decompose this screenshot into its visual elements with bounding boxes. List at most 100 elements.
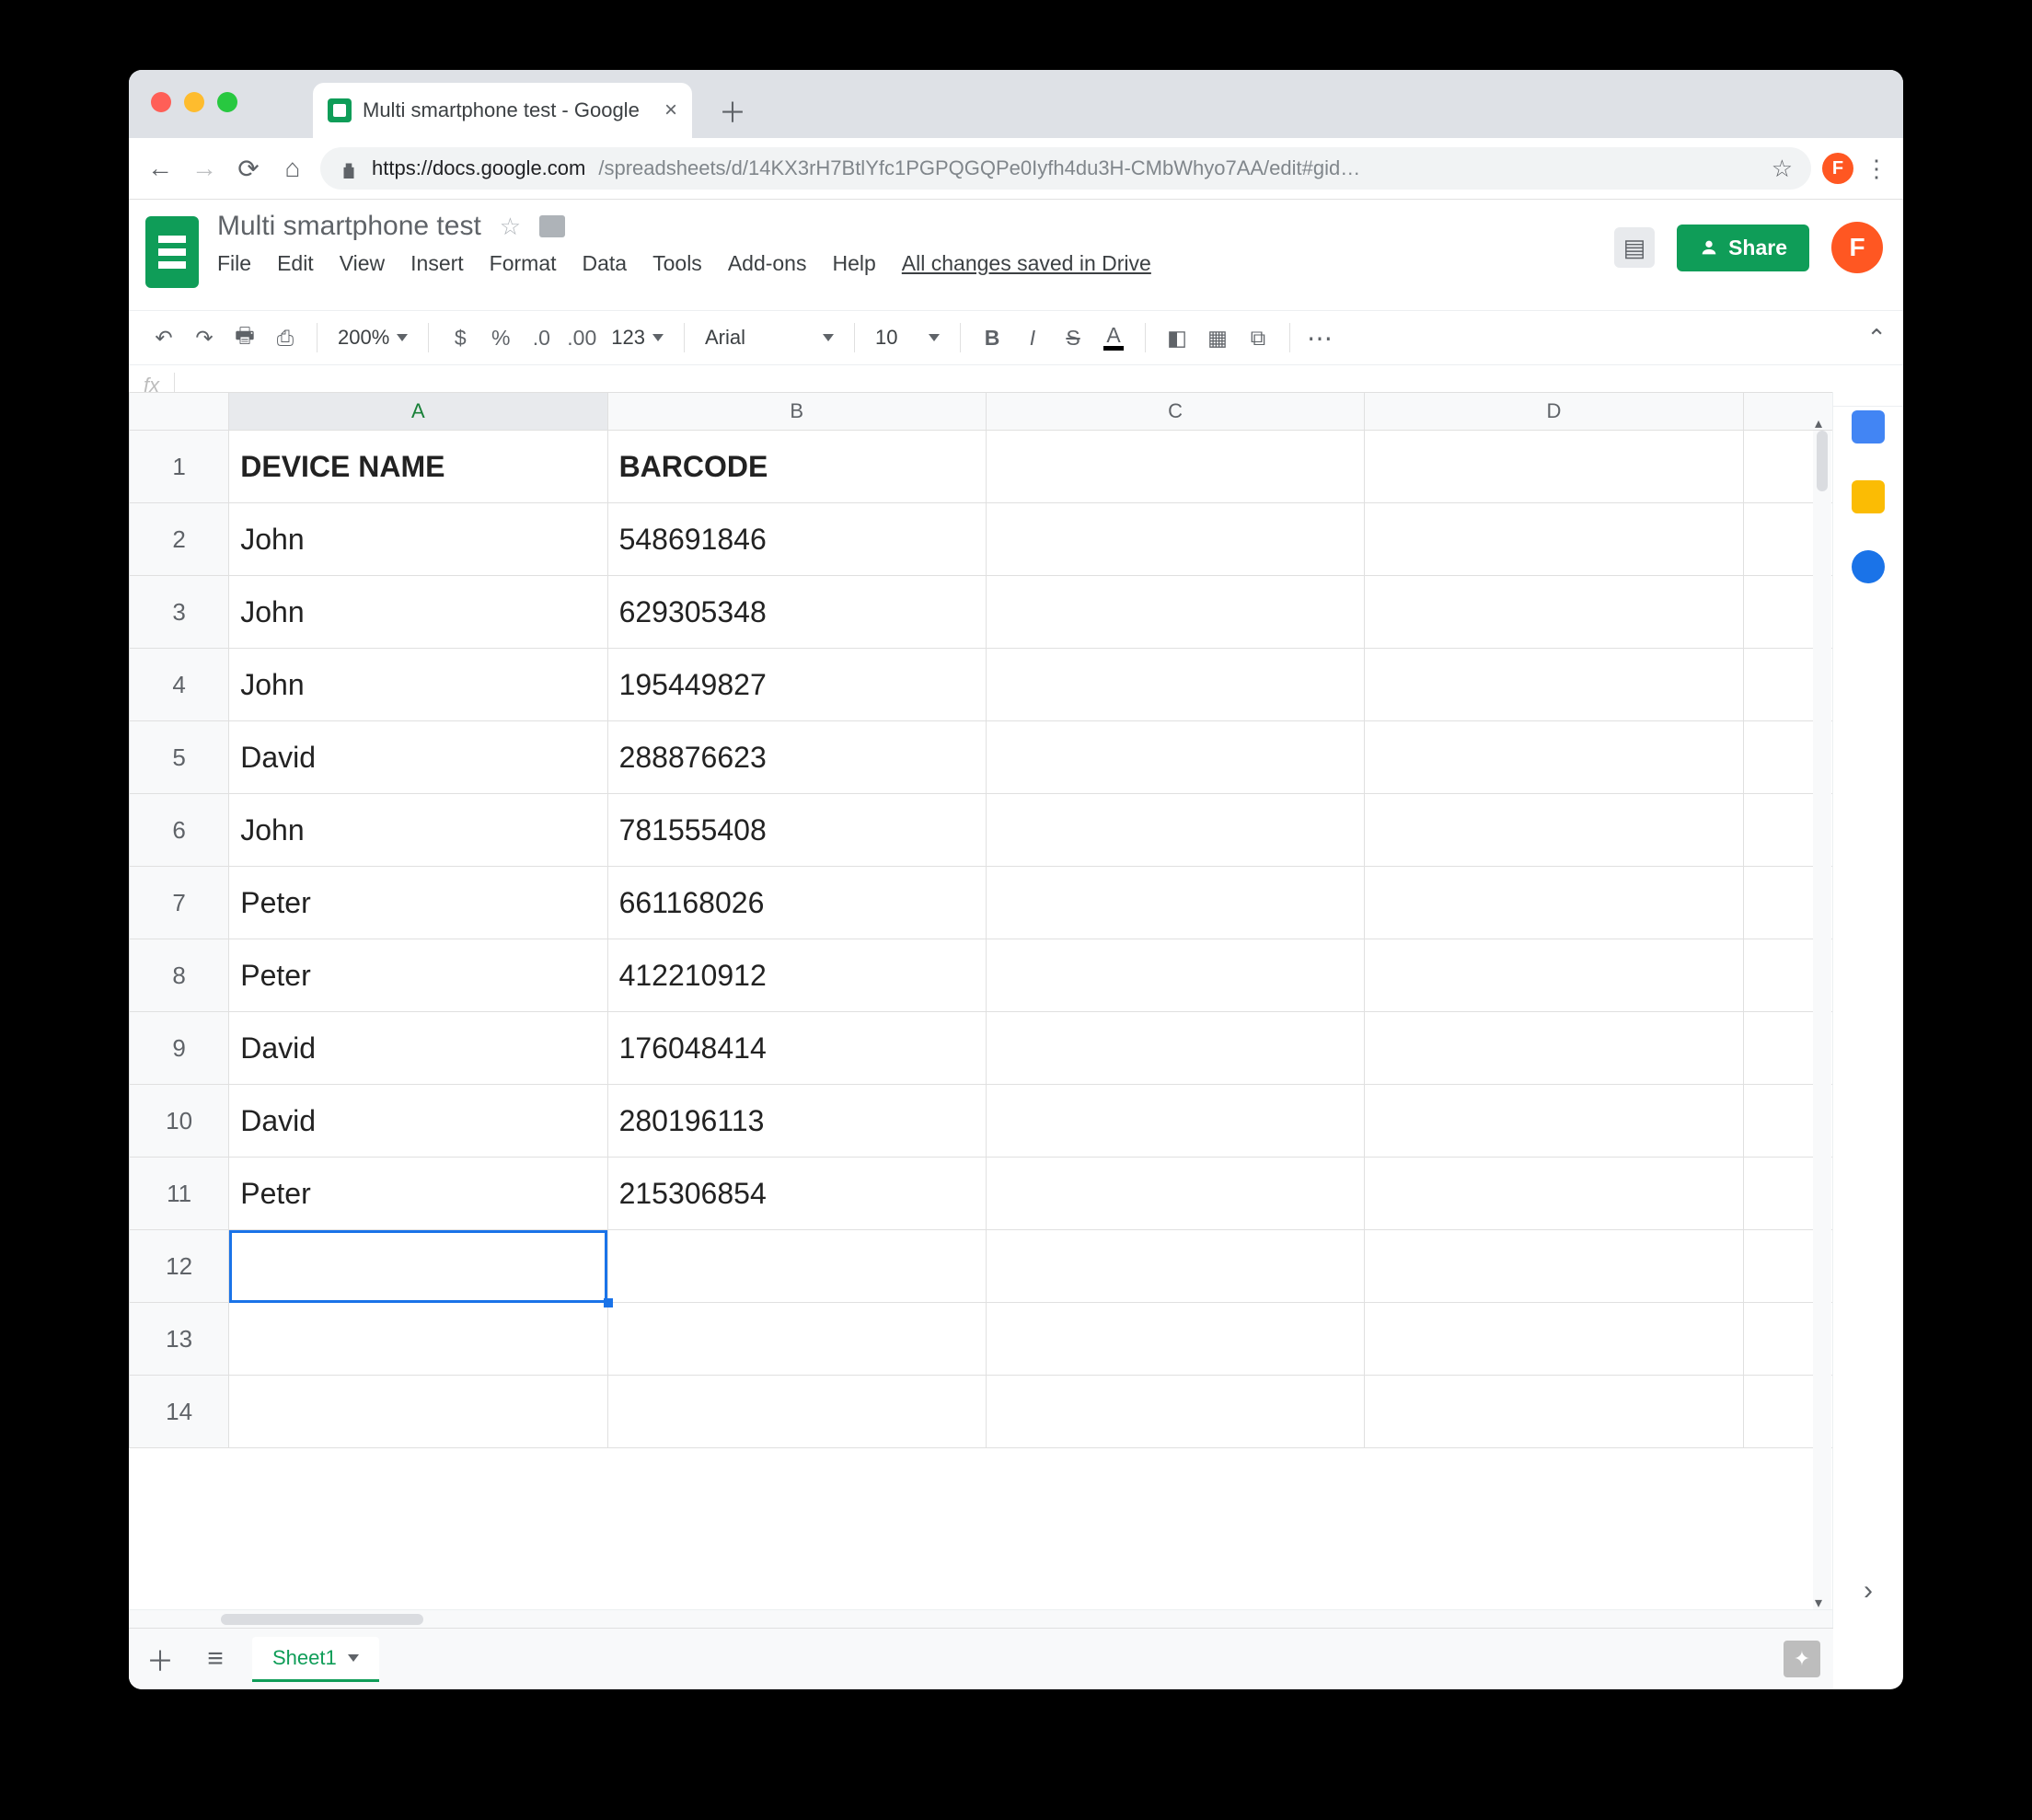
cell[interactable] (1365, 939, 1743, 1012)
cell[interactable]: John (229, 649, 607, 721)
cell[interactable] (986, 1085, 1364, 1158)
explore-button[interactable]: ✦ (1784, 1641, 1820, 1677)
more-toolbar-button[interactable]: ⋯ (1303, 319, 1340, 356)
number-format-dropdown[interactable]: 123 (604, 326, 671, 350)
fill-color-button[interactable]: ◧ (1159, 319, 1195, 356)
borders-button[interactable]: ▦ (1199, 319, 1236, 356)
paint-format-button[interactable]: ⎙ (267, 319, 304, 356)
cell[interactable]: Peter (229, 867, 607, 939)
cell[interactable] (229, 1303, 607, 1376)
decrease-decimal-button[interactable]: .0 (523, 319, 560, 356)
cell[interactable]: David (229, 1012, 607, 1085)
undo-button[interactable]: ↶ (145, 319, 182, 356)
cell[interactable] (1365, 1303, 1743, 1376)
menu-view[interactable]: View (340, 251, 385, 276)
cell[interactable]: 195449827 (607, 649, 986, 721)
cell[interactable] (986, 721, 1364, 794)
minimize-window-button[interactable] (184, 92, 204, 112)
column-header-A[interactable]: A (229, 393, 607, 431)
cell[interactable]: 280196113 (607, 1085, 986, 1158)
browser-menu-button[interactable]: ⋮ (1865, 155, 1888, 183)
cell[interactable] (1365, 431, 1743, 503)
row-header[interactable]: 8 (130, 939, 229, 1012)
tasks-icon[interactable] (1852, 550, 1885, 583)
profile-avatar[interactable]: F (1822, 153, 1853, 184)
comments-button[interactable]: ▤ (1614, 227, 1655, 268)
cell[interactable] (986, 576, 1364, 649)
address-bar[interactable]: https://docs.google.com/spreadsheets/d/1… (320, 147, 1811, 190)
percent-button[interactable]: % (482, 319, 519, 356)
column-header-C[interactable]: C (986, 393, 1364, 431)
cell[interactable] (986, 1376, 1364, 1448)
calendar-icon[interactable] (1852, 410, 1885, 443)
cell[interactable] (986, 1012, 1364, 1085)
column-header-D[interactable]: D (1365, 393, 1743, 431)
menu-edit[interactable]: Edit (277, 251, 314, 276)
row-header[interactable]: 7 (130, 867, 229, 939)
close-tab-button[interactable]: × (664, 98, 677, 123)
cell[interactable] (607, 1303, 986, 1376)
cell[interactable] (986, 794, 1364, 867)
cell[interactable] (1365, 1376, 1743, 1448)
new-tab-button[interactable]: ＋ (714, 92, 751, 129)
cell[interactable]: 288876623 (607, 721, 986, 794)
row-header[interactable]: 1 (130, 431, 229, 503)
cell[interactable]: 629305348 (607, 576, 986, 649)
vertical-scrollbar[interactable]: ▴▾ (1813, 431, 1831, 1610)
keep-icon[interactable] (1852, 480, 1885, 513)
cell[interactable] (1365, 1230, 1743, 1303)
cell[interactable]: Peter (229, 1158, 607, 1230)
row-header[interactable]: 6 (130, 794, 229, 867)
cell[interactable] (229, 1376, 607, 1448)
cell[interactable]: Peter (229, 939, 607, 1012)
cell[interactable]: David (229, 1085, 607, 1158)
save-status[interactable]: All changes saved in Drive (902, 251, 1151, 276)
maximize-window-button[interactable] (217, 92, 237, 112)
row-header[interactable]: 5 (130, 721, 229, 794)
share-button[interactable]: Share (1677, 225, 1809, 271)
side-panel-toggle[interactable]: › (1864, 1575, 1873, 1607)
italic-button[interactable]: I (1014, 319, 1051, 356)
currency-button[interactable]: $ (442, 319, 479, 356)
cell[interactable]: DEVICE NAME (229, 431, 607, 503)
cell[interactable]: John (229, 576, 607, 649)
cell[interactable]: 661168026 (607, 867, 986, 939)
increase-decimal-button[interactable]: .00 (563, 319, 600, 356)
cell[interactable]: 548691846 (607, 503, 986, 576)
menu-format[interactable]: Format (490, 251, 557, 276)
cell[interactable]: 176048414 (607, 1012, 986, 1085)
merge-cells-button[interactable]: ⧉ (1240, 319, 1276, 356)
menu-file[interactable]: File (217, 251, 251, 276)
row-header[interactable]: 13 (130, 1303, 229, 1376)
row-header[interactable]: 10 (130, 1085, 229, 1158)
reload-button[interactable]: ⟳ (232, 152, 265, 185)
row-header[interactable]: 4 (130, 649, 229, 721)
print-button[interactable]: 🖶 (226, 319, 263, 356)
font-size-dropdown[interactable]: 10 (868, 326, 947, 350)
browser-tab[interactable]: Multi smartphone test - Google × (313, 83, 692, 138)
cell[interactable] (229, 1230, 607, 1303)
cell[interactable]: 215306854 (607, 1158, 986, 1230)
row-header[interactable]: 11 (130, 1158, 229, 1230)
redo-button[interactable]: ↷ (186, 319, 223, 356)
text-color-button[interactable]: A (1095, 319, 1132, 356)
row-header[interactable]: 14 (130, 1376, 229, 1448)
cell[interactable] (986, 939, 1364, 1012)
cell[interactable]: John (229, 794, 607, 867)
row-header[interactable]: 9 (130, 1012, 229, 1085)
strikethrough-button[interactable]: S (1055, 319, 1091, 356)
menu-insert[interactable]: Insert (410, 251, 464, 276)
bold-button[interactable]: B (974, 319, 1010, 356)
column-header-B[interactable]: B (607, 393, 986, 431)
cell[interactable] (1365, 576, 1743, 649)
sheet-tab[interactable]: Sheet1 (252, 1637, 379, 1682)
font-dropdown[interactable]: Arial (698, 326, 841, 350)
cell[interactable] (986, 649, 1364, 721)
all-sheets-button[interactable]: ≡ (197, 1641, 234, 1677)
menu-addons[interactable]: Add-ons (728, 251, 807, 276)
cell[interactable] (1365, 1012, 1743, 1085)
row-header[interactable]: 2 (130, 503, 229, 576)
menu-data[interactable]: Data (583, 251, 628, 276)
menu-help[interactable]: Help (832, 251, 875, 276)
cell[interactable] (1365, 1158, 1743, 1230)
